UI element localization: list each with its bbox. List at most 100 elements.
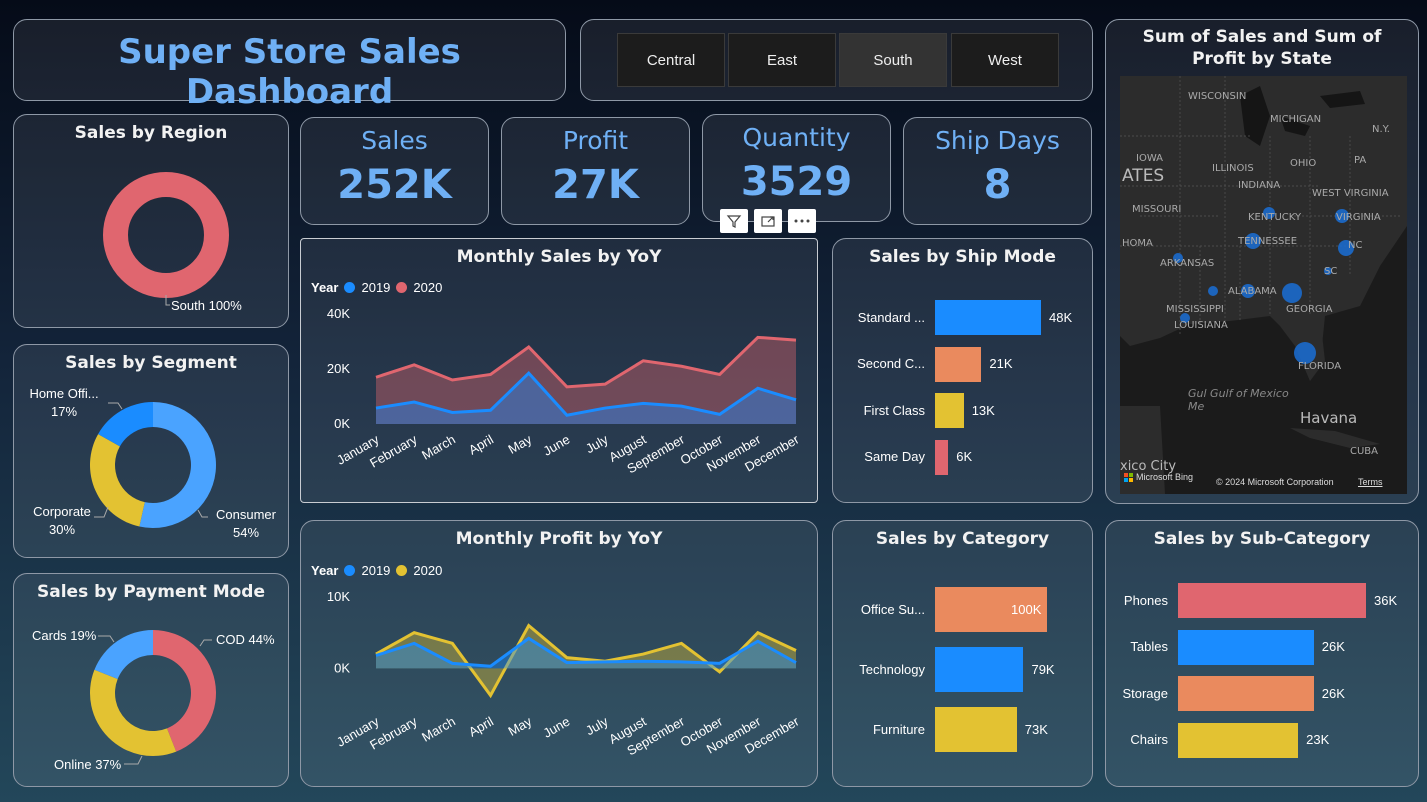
bar-value-label: 79K [1031,661,1055,677]
leader-line [199,639,212,647]
kpi-sales-label: Sales [361,126,428,155]
title-card: Super Store Sales Dashboard [13,19,566,112]
leader-line [124,755,143,765]
region-slicer: Central East South West [580,19,1093,101]
x-tick-label: May [505,713,534,739]
bar-value-label: 73K [1024,721,1048,737]
x-tick-label: April [466,432,496,458]
map-label: NC [1348,240,1363,251]
donut-label-name: Consumer [216,507,276,522]
map-terms-link[interactable]: Terms [1358,477,1383,487]
bar-value-label: 21K [989,356,1013,371]
bar-category-label: Furniture [872,721,925,737]
bar-value-label: 100K [1011,601,1042,617]
bar[interactable] [935,300,1041,335]
bar-category-label: Standard ... [857,309,925,325]
area-chart-sales[interactable]: 0K20K40KJanuaryFebruary March April May June… [301,239,819,504]
slicer-west-button[interactable]: West [951,33,1059,87]
donut-slice[interactable] [103,172,229,298]
bar-value-label: 13K [971,402,995,418]
donut-payment[interactable] [14,574,290,788]
map-label: CUBA [1350,446,1379,457]
monthly-profit-card[interactable]: Monthly Profit by YoY Year 2019 2020 0K 1… [300,520,818,787]
kpi-quantity-label: Quantity [742,123,851,152]
focus-mode-icon[interactable] [754,209,782,233]
bar[interactable] [935,647,1024,692]
map-view[interactable]: WISCONSIN MICHIGAN IOWA ILLINOIS OHIO PA… [1120,76,1407,494]
kpi-ship-days-value: 8 [983,162,1012,208]
bar-value-label: 48K [1049,309,1073,325]
map-label: SC [1324,266,1338,277]
map-label: OHIO [1290,158,1317,169]
bar[interactable] [935,439,949,475]
map-card: Sum of Sales and Sum of Profit by State [1105,19,1419,504]
sales-by-segment-card: Sales by Segment Home Offi... 17% Corpor… [13,344,289,558]
bar[interactable] [1178,583,1366,618]
bar-category-label: Second C... [857,356,925,371]
donut-label: Home Offi... 17% [28,385,100,421]
bing-brand: Microsoft Bing [1136,472,1194,482]
kpi-quantity-card: Quantity 3529 [702,114,891,222]
leader-line [98,635,115,643]
bar[interactable] [1178,722,1299,758]
bar[interactable] [935,346,982,382]
bar-category-label: First Class [863,402,925,418]
map-label: WEST VIRGINIA [1312,188,1389,199]
bar-value-label: 23K [1306,732,1330,747]
x-tick-label: June [540,432,572,459]
slicer-central-button[interactable]: Central [617,33,725,87]
donut-label: Corporate 30% [26,503,98,539]
chart-title: Sales by Category [875,529,1050,549]
map-copyright: © 2024 Microsoft Corporation [1216,477,1334,487]
sales-by-ship-mode-card[interactable]: Sales by Ship Mode Standard ... 48K Second… [832,238,1093,503]
map-label: ALABAMA [1228,286,1277,297]
area-chart-profit[interactable]: 0K10KJanuaryFebruary March April May June Jul… [301,521,819,788]
bar-category-label: Storage [1122,685,1168,701]
map-label: N.Y. [1372,124,1390,135]
x-tick-label: March [419,432,458,463]
more-options-icon[interactable] [788,209,816,233]
bar-category-label: Chairs [1130,732,1168,747]
map-label: WISCONSIN [1188,91,1247,102]
donut-label-name: Corporate [33,504,91,519]
kpi-sales-value: 252K [337,162,452,208]
bar-category-label: Tables [1130,639,1168,654]
chart-title: Sales by Sub-Category [1153,529,1371,549]
chart-title: Sales by Ship Mode [869,247,1056,267]
x-tick-label: May [505,431,534,457]
bar[interactable] [935,393,964,428]
bar-value-label: 6K [956,449,973,464]
map-label: MICHIGAN [1270,114,1322,125]
map-label: Me [1188,400,1205,413]
map-label: INDIANA [1238,180,1281,191]
monthly-sales-card[interactable]: Monthly Sales by YoY Year 2019 2020 0K 20… [300,238,818,503]
map-label: IOWA [1136,153,1164,164]
kpi-ship-days-card: Ship Days 8 [903,117,1092,225]
bar[interactable] [1178,629,1314,665]
donut-label: South 100% [171,298,242,313]
y-tick-label: 0K [334,660,350,675]
bar[interactable] [1178,676,1314,711]
bar-value-label: 26K [1321,639,1345,654]
map-title: Sum of Sales and Sum of Profit by State [1142,27,1382,69]
filter-icon[interactable] [720,209,748,233]
donut-slice[interactable] [90,434,145,527]
kpi-profit-label: Profit [562,126,629,155]
map-label: ARKANSAS [1160,258,1215,269]
map-attribution: Microsoft Bing [1124,472,1193,482]
kpi-sales-card: Sales 252K [300,117,489,225]
donut-slice[interactable] [94,630,153,680]
y-tick-label: 20K [327,361,350,376]
donut-label-name: Home Offi... [29,386,99,401]
sales-by-category-card[interactable]: Sales by Category Office Su... 100K Techno… [832,520,1093,787]
sales-by-region-card: Sales by Region South 100% [13,114,289,328]
donut-slice[interactable] [89,669,177,756]
bar[interactable] [935,707,1017,752]
sales-by-subcategory-card[interactable]: Sales by Sub-Category Phones 36K Tables 26K… [1105,520,1419,787]
donut-region[interactable] [14,115,290,329]
slicer-south-button[interactable]: South [839,33,947,87]
slicer-east-button[interactable]: East [728,33,836,87]
map-label: TENNESSEE [1238,236,1298,247]
leader-line [108,402,123,410]
bar-category-label: Technology [859,661,925,677]
